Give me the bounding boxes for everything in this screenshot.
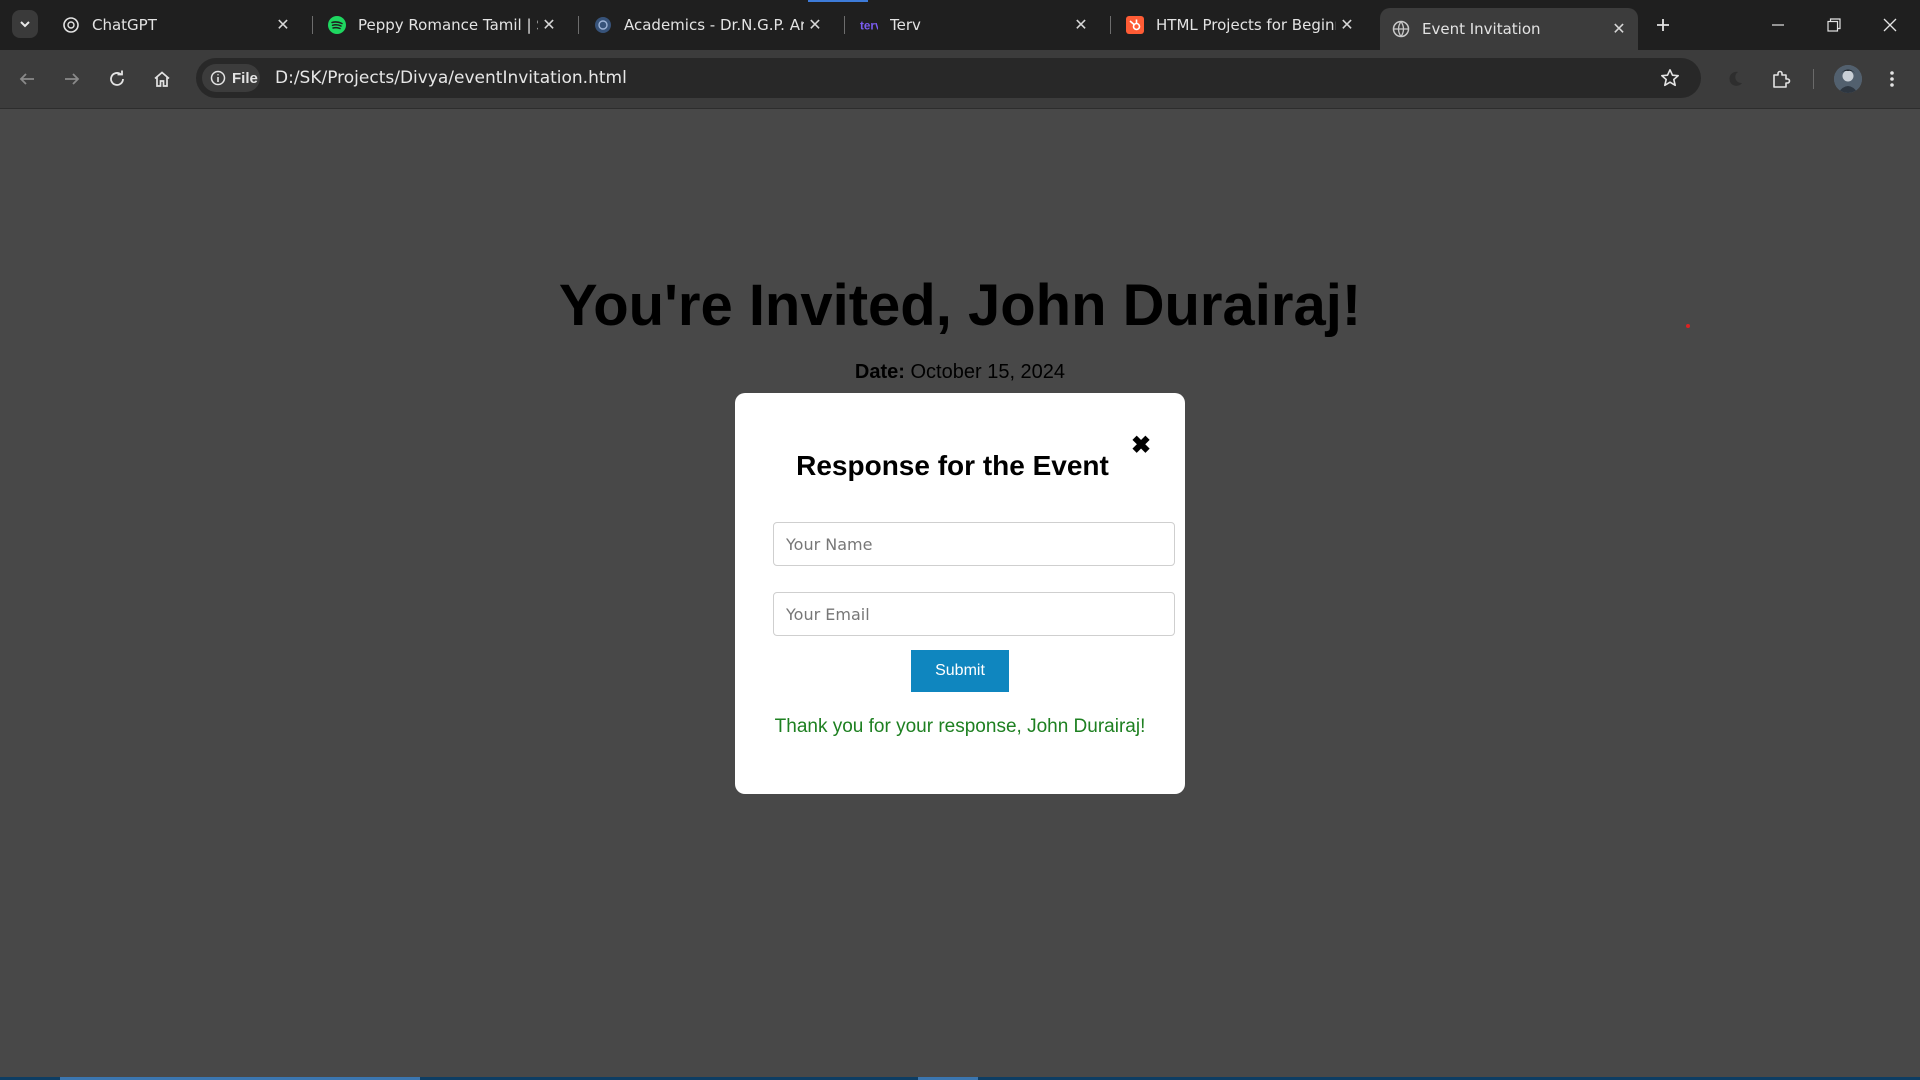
hubspot-icon (1126, 16, 1144, 34)
restore-button[interactable] (1806, 0, 1862, 50)
chevron-down-icon (20, 21, 30, 28)
close-icon (1883, 18, 1897, 32)
tab-divider (312, 16, 313, 34)
tab-title: HTML Projects for Beginners (1156, 16, 1336, 34)
extension-moon-button[interactable] (1720, 64, 1750, 94)
close-tab-icon[interactable]: ✕ (538, 14, 560, 36)
invitation-heading: You're Invited, John Durairaj! (558, 273, 1362, 338)
event-date: Date: October 15, 2024 (0, 361, 1920, 384)
thank-you-message: Thank you for your response, John Durair… (774, 716, 1146, 737)
tab-title: ChatGPT (92, 16, 157, 34)
response-modal: ✖ Response for the Event Submit Thank yo… (735, 393, 1185, 794)
close-tab-icon[interactable]: ✕ (272, 14, 294, 36)
browser-menu-button[interactable] (1877, 64, 1907, 94)
tab-college[interactable]: Academics - Dr.N.G.P. Arts and Science C… (582, 9, 834, 41)
home-button[interactable] (147, 64, 177, 94)
globe-icon (1392, 20, 1410, 38)
tab-spotify[interactable]: Peppy Romance Tamil | Spotify ✕ (316, 9, 568, 41)
more-vertical-icon (1890, 71, 1894, 87)
chatgpt-icon (62, 16, 80, 34)
college-icon (594, 16, 612, 34)
tab-divider (578, 16, 579, 34)
avatar-icon (1834, 65, 1862, 93)
extensions-button[interactable] (1766, 64, 1796, 94)
home-icon (154, 71, 170, 87)
email-input[interactable] (773, 592, 1175, 636)
tab-title: Peppy Romance Tamil | Spotify (358, 16, 538, 34)
tab-search-button[interactable] (12, 10, 38, 38)
modal-title: Response for the Event (796, 450, 1109, 481)
tab-hubspot[interactable]: HTML Projects for Beginners ✕ (1114, 9, 1366, 41)
url-text[interactable]: D:/SK/Projects/Divya/eventInvitation.htm… (275, 68, 627, 88)
restore-icon (1827, 18, 1841, 32)
tab-divider (844, 16, 845, 34)
tab-title: Event Invitation (1422, 20, 1541, 38)
new-tab-button[interactable] (1650, 12, 1676, 38)
name-input[interactable] (773, 522, 1175, 566)
minimize-button[interactable] (1750, 0, 1806, 50)
back-button[interactable] (12, 64, 42, 94)
arrow-left-icon (19, 73, 34, 85)
tab-terv[interactable]: terv Terv ✕ (848, 9, 1100, 41)
tab-strip: ChatGPT ✕ Peppy Romance Tamil | Spotify … (0, 0, 1920, 50)
svg-text:terv: terv (860, 20, 878, 33)
close-window-button[interactable] (1862, 0, 1918, 50)
site-info-label: File (232, 69, 258, 87)
page-viewport: You're Invited, John Durairaj! Date: Oct… (0, 109, 1920, 1080)
terv-icon: terv (860, 16, 878, 34)
browser-toolbar: File D:/SK/Projects/Divya/eventInvitatio… (0, 50, 1920, 109)
tab-divider (1110, 16, 1111, 34)
tab-event-invitation[interactable]: Event Invitation ✕ (1380, 8, 1638, 50)
date-value: October 15, 2024 (910, 361, 1066, 383)
reload-icon (110, 70, 124, 86)
close-tab-icon[interactable]: ✕ (804, 14, 826, 36)
cursor-dot (1686, 324, 1690, 328)
forward-button[interactable] (57, 64, 87, 94)
reload-button[interactable] (102, 64, 132, 94)
moon-icon (1729, 71, 1742, 86)
close-tab-icon[interactable]: ✕ (1608, 18, 1630, 40)
puzzle-icon (1773, 70, 1791, 88)
address-bar[interactable]: File D:/SK/Projects/Divya/eventInvitatio… (196, 58, 1701, 98)
toolbar-divider (1813, 69, 1814, 89)
site-info-chip[interactable]: File (202, 64, 260, 92)
tab-title: Terv (890, 16, 921, 34)
date-label: Date: (854, 361, 905, 383)
close-tab-icon[interactable]: ✕ (1070, 14, 1092, 36)
spotify-icon (328, 16, 346, 34)
tab-loading-indicator (808, 0, 868, 2)
bookmark-star-icon[interactable] (1659, 67, 1681, 89)
tab-chatgpt[interactable]: ChatGPT ✕ (50, 9, 302, 41)
close-tab-icon[interactable]: ✕ (1336, 14, 1358, 36)
info-icon (210, 70, 226, 86)
plus-icon (1657, 19, 1669, 31)
profile-avatar[interactable] (1834, 65, 1862, 93)
tab-title: Academics - Dr.N.G.P. Arts and Science C… (624, 16, 804, 34)
submit-button[interactable]: Submit (911, 650, 1009, 692)
arrow-right-icon (65, 73, 80, 85)
minimize-icon (1772, 24, 1784, 26)
